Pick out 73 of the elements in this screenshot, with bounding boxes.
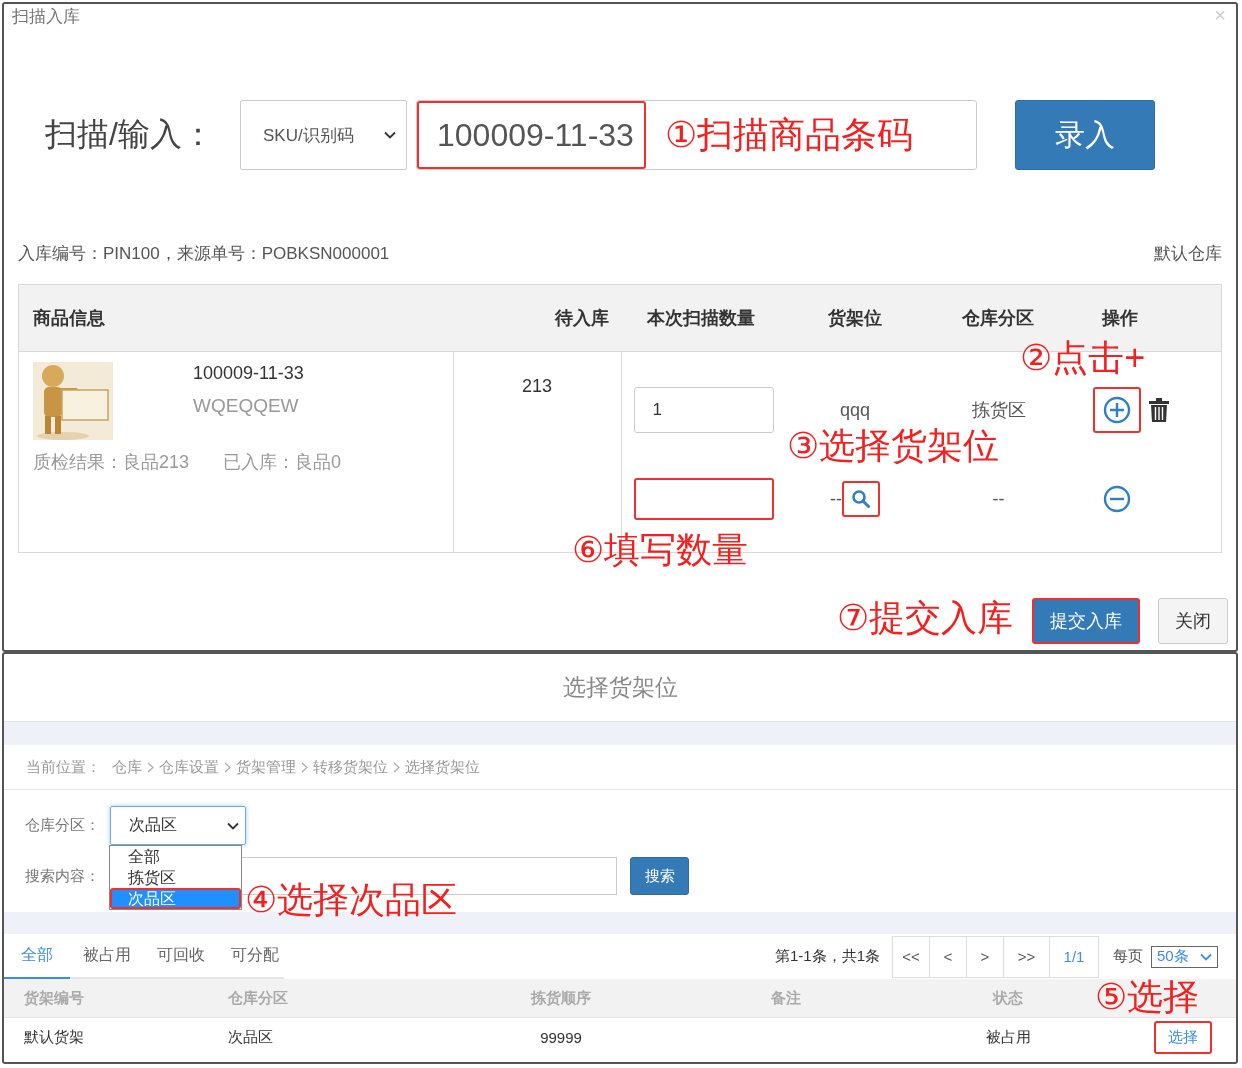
- zone-label: 仓库分区：: [25, 816, 101, 835]
- page-summary: 第1-1条，共1条: [774, 947, 880, 966]
- add-location-button[interactable]: [1092, 387, 1141, 433]
- filter-tab[interactable]: 被占用: [70, 934, 144, 979]
- dialog-title: 选择货架位: [562, 673, 678, 702]
- filter-tab[interactable]: 可回收: [144, 934, 218, 979]
- order-info: 入库编号：PIN100，来源单号：POBKSN000001: [18, 243, 390, 265]
- zone-value: --: [992, 488, 1005, 510]
- quantity-input-field[interactable]: 1: [633, 387, 774, 433]
- minus-circle-icon: [1102, 485, 1131, 513]
- per-page-label: 每页: [1113, 947, 1143, 966]
- chevron-icon: [1200, 952, 1212, 961]
- shelf-value: --: [830, 488, 842, 510]
- page-button[interactable]: >>: [1004, 936, 1050, 977]
- page-indicator: 1/1: [1062, 947, 1086, 967]
- page-button[interactable]: <<: [893, 936, 930, 977]
- table-cell-text: 99999: [539, 1028, 583, 1046]
- shelf-picker-button[interactable]: [842, 481, 880, 517]
- pending-count: 213: [521, 376, 552, 397]
- received-count: 已入库：良品0: [223, 451, 342, 474]
- annotation-text: ⑥填写数量: [572, 532, 749, 568]
- inspection-result: 质检结果：良品213: [33, 451, 190, 474]
- page-button[interactable]: <: [930, 936, 967, 977]
- scan-label: 扫描/输入：: [45, 115, 215, 154]
- filter-tab[interactable]: 可分配: [218, 934, 292, 979]
- annotation-text: ④选择次品区: [245, 882, 458, 918]
- quantity-input-field[interactable]: [633, 478, 774, 520]
- column-header: 本次扫描数量: [621, 284, 781, 352]
- chevron-icon: [227, 821, 239, 830]
- dropdown-option[interactable]: 次品区: [110, 888, 241, 909]
- trash-icon: [1148, 398, 1169, 422]
- type-select[interactable]: SKU/识别码: [240, 100, 407, 170]
- column-header: 仓库分区: [228, 988, 289, 1008]
- annotation-text: ⑦提交入库: [837, 600, 1014, 636]
- table-cell-text: 默认货架: [23, 1027, 85, 1047]
- product-code: 100009-11-33: [193, 363, 304, 384]
- chevron-right-icon: [393, 761, 400, 773]
- column-header: 状态: [991, 988, 1024, 1008]
- select-button[interactable]: 选择: [1154, 1020, 1212, 1054]
- zone-value: 拣货区: [971, 399, 1026, 422]
- plus-circle-icon: [1102, 396, 1131, 424]
- breadcrumb-label: 当前位置：: [26, 757, 101, 777]
- table-cell-text: 被占用: [984, 1027, 1032, 1047]
- column-header: 拣货顺序: [529, 988, 592, 1008]
- search-button[interactable]: 搜索: [630, 857, 689, 895]
- dropdown-option[interactable]: 全部: [110, 846, 241, 867]
- close-button[interactable]: 关闭: [1158, 598, 1228, 644]
- annotation-text: ①扫描商品条码: [665, 117, 914, 153]
- chevron-right-icon: [147, 761, 154, 773]
- chevron-right-icon: [301, 761, 308, 773]
- warehouse-name: 默认仓库: [1154, 243, 1222, 265]
- annotation-text: ③选择货架位: [787, 428, 1000, 464]
- product-name: WQEQQEW: [193, 395, 300, 417]
- column-header: 货架位: [781, 284, 928, 352]
- per-page-select[interactable]: 50条: [1151, 945, 1218, 968]
- search-label: 搜索内容：: [25, 866, 101, 886]
- column-header: 商品信息: [18, 284, 453, 352]
- dialog-title: 扫描入库: [12, 5, 80, 28]
- chevron-right-icon: [224, 761, 231, 773]
- column-header: 待入库: [453, 284, 621, 352]
- search-icon: [851, 489, 871, 509]
- submit-button[interactable]: 提交入库: [1032, 598, 1140, 644]
- chevron-icon: [384, 131, 396, 139]
- column-header: 备注: [770, 988, 802, 1008]
- annotation-text: ⑤选择: [1095, 979, 1200, 1015]
- page-button[interactable]: >: [967, 936, 1004, 977]
- delete-button[interactable]: [1148, 398, 1169, 422]
- column-header: 货架编号: [23, 988, 85, 1008]
- table-cell-text: 次品区: [228, 1027, 274, 1047]
- zone-select[interactable]: 次品区: [110, 806, 246, 845]
- dropdown-option[interactable]: 拣货区: [110, 867, 241, 888]
- enter-button[interactable]: 录入: [1015, 100, 1155, 170]
- shelf-value: qqq: [839, 399, 870, 421]
